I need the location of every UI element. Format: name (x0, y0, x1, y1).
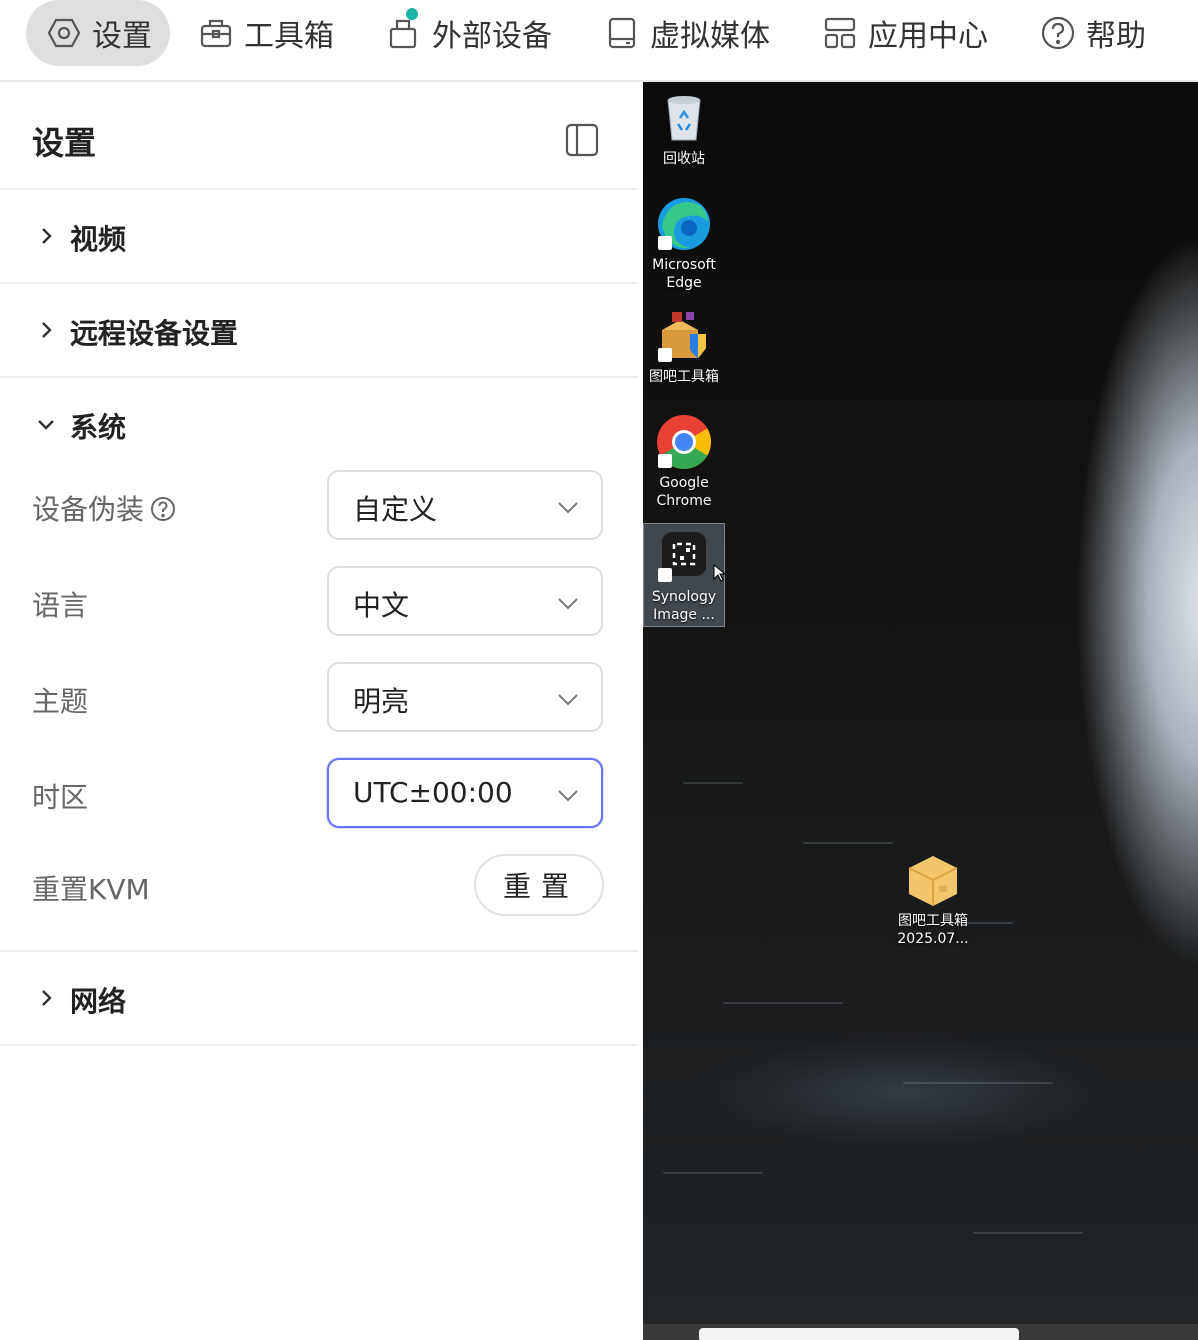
remote-desktop-view[interactable]: 回收站 Microsoft Edge 图吧工具箱 Google Chrome S… (643, 82, 1198, 1340)
toolbox-app-icon (656, 308, 712, 364)
desktop-icon-package[interactable]: 图吧工具箱 2025.07... (893, 852, 973, 948)
timezone-label: 时区 (32, 781, 89, 814)
desktop-icon-chrome[interactable]: Google Chrome (644, 414, 724, 510)
desktop-icon-label: 图吧工具箱 (649, 369, 719, 385)
nav-settings[interactable]: 设置 (26, 0, 170, 66)
shortcut-arrow-icon (658, 348, 672, 362)
water-ripple (663, 1172, 763, 1174)
taskbar (643, 1324, 1198, 1340)
language-select[interactable]: 中文 (327, 566, 603, 636)
nav-label: 虚拟媒体 (650, 19, 770, 54)
nav-label: 帮助 (1086, 19, 1146, 54)
nav-virtual-media[interactable]: 虚拟媒体 (604, 0, 770, 66)
desktop-icon-label: Microsoft Edge (652, 257, 716, 291)
synology-icon (656, 528, 712, 584)
chrome-icon (656, 414, 712, 470)
water-ripple (683, 782, 743, 784)
help-icon (1041, 16, 1075, 50)
timezone-select[interactable]: UTC±00:00 (327, 758, 603, 828)
disguise-row: 设备伪装 (32, 488, 176, 528)
select-value: 自定义 (353, 493, 438, 526)
package-icon (905, 852, 961, 908)
theme-select[interactable]: 明亮 (327, 662, 603, 732)
chevron-down-icon[interactable] (36, 414, 56, 434)
nav-app-center[interactable]: 应用中心 (822, 0, 988, 66)
gear-icon (47, 18, 81, 48)
section-remote-device[interactable]: 远程设备设置 (0, 284, 638, 378)
water-ripple (723, 1002, 843, 1004)
desktop-icon-label: 回收站 (663, 151, 705, 167)
nav-label: 设置 (92, 19, 152, 54)
mouse-cursor-icon (713, 564, 727, 582)
recycle-bin-icon (656, 90, 712, 146)
desktop-icon-label: Synology Image ... (651, 589, 717, 623)
chevron-right-icon (42, 990, 52, 1006)
select-value: UTC±00:00 (353, 776, 513, 809)
panel-title: 设置 (32, 124, 97, 162)
chevron-down-icon (558, 502, 578, 514)
top-navigation: 设置 工具箱 外部设备 虚拟媒体 应用中心 帮助 (0, 0, 1198, 82)
desktop-icon-edge[interactable]: Microsoft Edge (644, 196, 724, 292)
chevron-right-icon (42, 228, 52, 244)
language-label: 语言 (32, 589, 89, 622)
nav-external-devices[interactable]: 外部设备 (386, 0, 552, 66)
nav-label: 工具箱 (244, 19, 334, 54)
section-label: 网络 (70, 985, 127, 1018)
nav-label: 外部设备 (432, 19, 552, 54)
edge-icon (656, 196, 712, 252)
section-label: 视频 (70, 223, 127, 256)
usb-device-icon (389, 19, 417, 49)
water-ripple (803, 842, 893, 844)
chevron-down-icon (558, 694, 578, 706)
question-icon[interactable] (150, 496, 176, 522)
desktop-icon-recycle-bin[interactable]: 回收站 (644, 90, 724, 168)
desktop-icon-synology[interactable]: Synology Image ... (643, 523, 725, 627)
select-value: 明亮 (353, 685, 410, 718)
section-network[interactable]: 网络 (0, 952, 638, 1046)
reset-kvm-label: 重置KVM (32, 873, 150, 906)
shortcut-arrow-icon (658, 568, 672, 582)
theme-label: 主题 (32, 685, 89, 718)
panel-header: 设置 (0, 82, 638, 190)
desktop-icon-label: Google Chrome (656, 475, 712, 509)
water-ripple (903, 1082, 1053, 1084)
water-ripple (973, 1232, 1083, 1234)
chevron-down-icon (558, 790, 578, 802)
toolbox-icon (200, 19, 232, 48)
section-label[interactable]: 系统 (70, 406, 126, 446)
disguise-label: 设备伪装 (32, 493, 145, 526)
shortcut-arrow-icon (658, 454, 672, 468)
reset-kvm-button[interactable]: 重置 (474, 854, 604, 916)
section-video[interactable]: 视频 (0, 190, 638, 284)
chevron-down-icon (558, 598, 578, 610)
disguise-select[interactable]: 自定义 (327, 470, 603, 540)
shortcut-arrow-icon (658, 236, 672, 250)
nav-label: 应用中心 (868, 19, 988, 54)
apps-icon (824, 17, 856, 49)
desktop-icon-label: 图吧工具箱 2025.07... (897, 913, 969, 947)
status-dot (406, 8, 418, 20)
section-label: 远程设备设置 (70, 317, 239, 350)
disk-icon (608, 17, 636, 49)
select-value: 中文 (353, 589, 410, 622)
sidebar-toggle-icon[interactable] (564, 122, 600, 158)
nav-help[interactable]: 帮助 (1040, 0, 1146, 66)
nav-toolbox[interactable]: 工具箱 (198, 0, 334, 66)
chevron-right-icon (42, 322, 52, 338)
desktop-icon-toolbox-app[interactable]: 图吧工具箱 (644, 308, 724, 386)
taskbar-search[interactable] (699, 1328, 1019, 1340)
settings-panel: 设置 视频 远程设备设置 系统 设备伪装 自定义 语言 中文 主题 明亮 时区 (0, 82, 638, 1340)
